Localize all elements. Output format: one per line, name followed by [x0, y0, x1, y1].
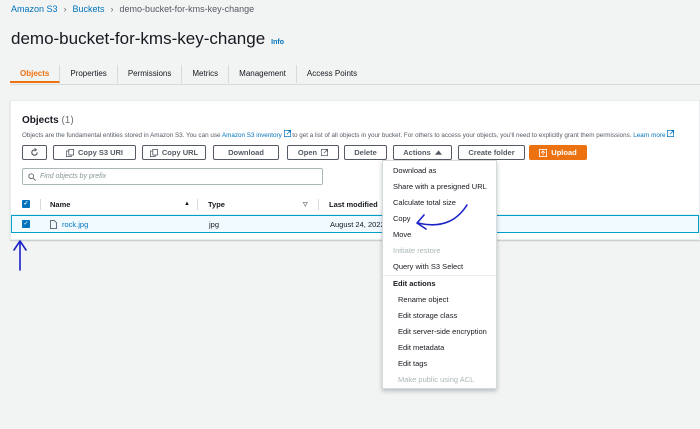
info-link[interactable]: Info: [271, 39, 284, 46]
copy-s3-uri-label: Copy S3 URI: [77, 148, 123, 157]
copy-url-button[interactable]: Copy URL: [142, 145, 206, 160]
copy-icon: [149, 148, 158, 157]
sort-icon[interactable]: ▲: [184, 194, 190, 214]
breadcrumb-buckets[interactable]: Buckets: [73, 4, 105, 14]
object-name-link[interactable]: rock.jpg: [62, 220, 88, 229]
refresh-button[interactable]: [22, 145, 47, 160]
menu-item-query-s3-select[interactable]: Query with S3 Select: [393, 258, 463, 274]
file-icon: [50, 219, 57, 229]
actions-button[interactable]: Actions: [393, 145, 452, 160]
breadcrumb: Amazon S3 › Buckets › demo-bucket-for-km…: [11, 4, 254, 14]
copy-s3-uri-button[interactable]: Copy S3 URI: [53, 145, 136, 160]
open-button[interactable]: Open: [287, 145, 339, 160]
delete-button[interactable]: Delete: [344, 145, 387, 160]
page-title-row: demo-bucket-for-kms-key-change Info: [11, 29, 284, 49]
external-link-icon: [283, 130, 291, 137]
create-folder-label: Create folder: [468, 148, 515, 157]
table-header: ✓ Name ▲ Type ▽ Last modified: [11, 194, 699, 215]
filter-icon[interactable]: ▽: [303, 194, 308, 214]
chevron-right-icon: ›: [63, 4, 67, 14]
menu-item-copy[interactable]: Copy: [393, 210, 411, 226]
object-name-cell: rock.jpg: [50, 216, 88, 232]
refresh-icon: [31, 148, 38, 156]
menu-item-initiate-restore: Initiate restore: [393, 245, 441, 255]
column-divider: [318, 199, 319, 210]
upload-label: Upload: [551, 148, 577, 157]
checkmark-icon: ✓: [22, 200, 30, 208]
inventory-link[interactable]: Amazon S3 inventory: [222, 132, 282, 139]
table-row[interactable]: ✓ rock.jpg jpg August 24, 2022: [11, 215, 699, 233]
menu-item-edit-server-side-encryption[interactable]: Edit server-side encryption: [398, 323, 487, 339]
menu-item-rename-object[interactable]: Rename object: [398, 291, 448, 307]
column-header-type[interactable]: Type: [208, 194, 225, 214]
learn-more-link[interactable]: Learn more: [633, 132, 665, 139]
chevron-right-icon: ›: [110, 4, 114, 14]
breadcrumb-current: demo-bucket-for-kms-key-change: [119, 4, 255, 14]
objects-panel: Objects (1) Objects are the fundamental …: [10, 100, 700, 240]
external-link-icon: [667, 130, 675, 137]
objects-title: Objects: [22, 115, 59, 126]
menu-item-edit-metadata[interactable]: Edit metadata: [398, 339, 444, 355]
tab-access-points[interactable]: Access Points: [297, 65, 367, 83]
copy-url-label: Copy URL: [161, 148, 199, 157]
objects-count: (1): [61, 115, 74, 126]
object-type: jpg: [209, 219, 220, 229]
row-checkbox[interactable]: ✓: [22, 216, 30, 232]
breadcrumb-amazon-s3[interactable]: Amazon S3: [11, 4, 58, 14]
search-input[interactable]: Find objects by prefix: [22, 168, 323, 185]
download-label: Download: [228, 148, 264, 157]
objects-description: Objects are the fundamental entities sto…: [22, 130, 675, 139]
menu-group-edit-actions: Edit actions: [393, 278, 436, 288]
search-icon: [28, 172, 36, 181]
annotation-arrow-left-icon: [416, 204, 468, 230]
menu-item-share-presigned-url[interactable]: Share with a presigned URL: [393, 178, 487, 194]
checkmark-icon: ✓: [22, 220, 30, 228]
copy-icon: [65, 148, 74, 157]
tab-metrics[interactable]: Metrics: [182, 65, 230, 83]
select-all-checkbox[interactable]: ✓: [22, 194, 30, 214]
delete-label: Delete: [354, 148, 377, 157]
description-text-pre: Objects are the fundamental entities sto…: [22, 132, 222, 139]
description-text-post: to get a list of all objects in your buc…: [290, 132, 634, 139]
column-header-last-modified[interactable]: Last modified: [329, 194, 378, 214]
page-title: demo-bucket-for-kms-key-change: [11, 29, 266, 48]
caret-up-icon: [434, 150, 442, 155]
menu-item-download-as[interactable]: Download as: [393, 162, 436, 178]
external-link-icon: [321, 149, 329, 156]
actions-label: Actions: [403, 148, 431, 157]
upload-button[interactable]: Upload: [529, 145, 587, 160]
menu-item-edit-storage-class[interactable]: Edit storage class: [398, 307, 457, 323]
tab-permissions[interactable]: Permissions: [118, 65, 183, 83]
menu-item-edit-tags[interactable]: Edit tags: [398, 355, 427, 371]
objects-heading: Objects (1): [22, 115, 74, 126]
column-divider: [197, 199, 198, 210]
actions-menu: Download as Share with a presigned URL C…: [382, 160, 497, 389]
annotation-arrow-up-icon: [13, 240, 27, 271]
search-placeholder: Find objects by prefix: [40, 173, 107, 180]
create-folder-button[interactable]: Create folder: [458, 145, 525, 160]
tab-management[interactable]: Management: [229, 65, 297, 83]
tab-properties[interactable]: Properties: [60, 65, 118, 83]
menu-item-move[interactable]: Move: [393, 226, 411, 242]
tab-bar: Objects Properties Permissions Metrics M…: [10, 65, 700, 85]
column-header-name[interactable]: Name: [50, 194, 70, 214]
object-last-modified: August 24, 2022: [330, 219, 385, 229]
open-label: Open: [297, 148, 318, 157]
menu-item-make-public-acl: Make public using ACL: [398, 374, 475, 384]
upload-icon: [539, 148, 548, 157]
tab-objects[interactable]: Objects: [10, 65, 61, 83]
download-button[interactable]: Download: [213, 145, 279, 160]
column-divider: [40, 199, 41, 210]
